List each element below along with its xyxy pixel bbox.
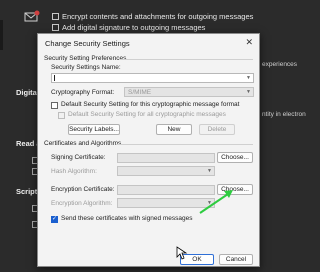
change-security-settings-dialog: Change Security Settings ✕ Security Sett… [37, 33, 260, 267]
add-signature-label: Add digital signature to outgoing messag… [62, 23, 206, 32]
left-edge-bar [0, 20, 3, 50]
right-text-identity: ntity in electron [262, 111, 306, 118]
envelope-lock-icon [24, 10, 40, 26]
dialog-title: Change Security Settings [45, 39, 130, 48]
signing-cert-field[interactable] [117, 153, 215, 163]
new-button[interactable]: New [156, 124, 192, 135]
close-icon[interactable]: ✕ [245, 37, 253, 48]
encryption-algorithm-label: Encryption Algorithm: [51, 200, 113, 207]
crypto-format-label: Cryptography Format: [51, 89, 115, 96]
chevron-down-icon: ▼ [207, 200, 212, 206]
signing-choose-button[interactable]: Choose... [217, 152, 253, 163]
hash-algorithm-label: Hash Algorithm: [51, 168, 97, 175]
mouse-cursor-icon [176, 246, 188, 260]
encryption-algorithm-select[interactable]: ▼ [117, 198, 215, 208]
send-certs-label: Send these certificates with signed mess… [61, 215, 193, 222]
certs-legend: Certificates and Algorithms [44, 140, 122, 147]
crypto-format-select[interactable]: S/MIME ▼ [124, 87, 254, 97]
delete-button[interactable]: Delete [199, 124, 235, 135]
text-cursor [54, 75, 55, 81]
encrypt-checkbox[interactable] [52, 13, 59, 20]
encrypt-label: Encrypt contents and attachments for out… [62, 12, 254, 21]
prefs-legend: Security Setting Preferences [44, 55, 127, 62]
security-settings-name-input[interactable]: ▼ [51, 73, 254, 83]
cancel-button[interactable]: Cancel [219, 254, 253, 265]
hash-algorithm-select[interactable]: ▼ [117, 166, 215, 176]
chevron-down-icon[interactable]: ▼ [246, 75, 251, 81]
certs-divider [116, 144, 253, 145]
default-all-checkbox[interactable] [58, 112, 65, 119]
encryption-cert-field[interactable] [117, 185, 215, 195]
chevron-down-icon: ▼ [207, 168, 212, 174]
signing-cert-label: Signing Certificate: [51, 154, 106, 161]
name-label: Security Settings Name: [51, 64, 121, 71]
prefs-divider [120, 59, 253, 60]
encryption-choose-button[interactable]: Choose... [217, 184, 253, 195]
encryption-cert-label: Encryption Certificate: [51, 186, 115, 193]
send-certs-checkbox[interactable]: ✓ [51, 216, 58, 223]
default-all-label: Default Security Setting for all cryptog… [68, 111, 226, 118]
default-format-label: Default Security Setting for this crypto… [61, 101, 240, 108]
add-signature-checkbox[interactable] [52, 24, 59, 31]
right-text-experiences: experiences [262, 61, 298, 68]
chevron-down-icon: ▼ [246, 89, 251, 95]
default-format-checkbox[interactable] [51, 102, 58, 109]
crypto-format-value: S/MIME [128, 89, 152, 96]
security-labels-button[interactable]: Security Labels... [68, 124, 120, 135]
